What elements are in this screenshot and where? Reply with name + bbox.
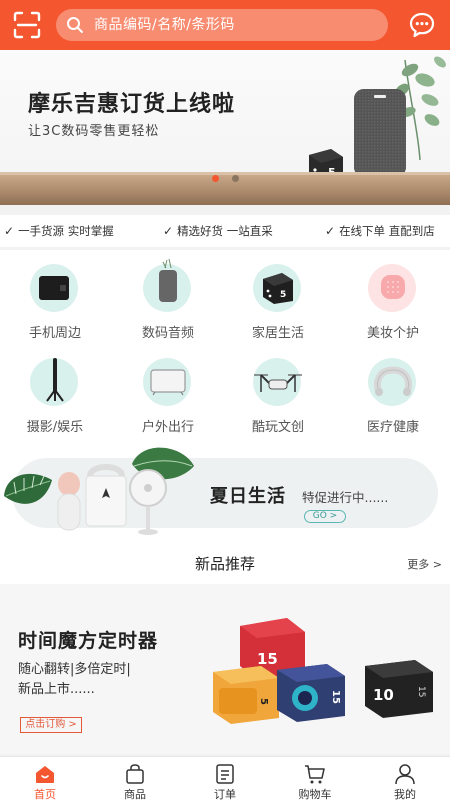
chat-bubble-icon[interactable] <box>408 11 436 39</box>
category-outdoor[interactable]: 户外出行 <box>118 350 218 440</box>
category-label: 户外出行 <box>141 420 194 435</box>
tab-orders[interactable]: 订单 <box>180 757 270 800</box>
top-bar: 商品编码/名称/条形码 <box>0 0 450 50</box>
power-bank-icon <box>39 276 69 300</box>
promo-subtitle: 特促进行中...... <box>302 490 389 505</box>
timer-product-card[interactable]: 时间魔方定时器 随心翻转|多倍定时| 新品上市...... 点击订购 > 15 … <box>0 584 450 754</box>
svg-text:5: 5 <box>280 290 286 300</box>
hero-banner[interactable]: 摩乐吉惠订货上线啦 让3C数码零售更轻松 5 <box>0 50 450 205</box>
promo-go-button[interactable]: GO > <box>304 510 346 523</box>
carousel-dot[interactable] <box>232 175 239 182</box>
category-digital-audio[interactable]: 数码音频 <box>118 256 218 346</box>
search-input[interactable]: 商品编码/名称/条形码 <box>56 9 388 41</box>
user-icon <box>395 764 415 785</box>
category-medical-health[interactable]: 医疗健康 <box>343 350 443 440</box>
bag-icon <box>126 764 144 784</box>
category-phone-accessories[interactable]: 手机周边 <box>5 256 105 346</box>
tab-label: 订单 <box>214 788 236 800</box>
category-label: 酷玩文创 <box>251 420 304 435</box>
cube-label: 5 <box>258 698 269 705</box>
category-label: 医疗健康 <box>366 420 419 435</box>
tab-label: 首页 <box>34 788 56 800</box>
category-label: 美妆个护 <box>366 326 419 341</box>
humidifier-illustration <box>57 472 81 531</box>
banner-title: 摩乐吉惠订货上线啦 <box>28 92 236 117</box>
category-label: 手机周边 <box>28 326 81 341</box>
cubes-illustration: 15 5 15 10 15 <box>213 618 433 724</box>
more-link[interactable]: 更多 > <box>407 556 442 572</box>
speaker-illustration <box>354 89 406 177</box>
feature-item: ✓ 在线下单 直配到店 <box>325 224 435 238</box>
neck-massager-icon <box>374 366 412 396</box>
home-icon <box>36 766 54 783</box>
drone-icon <box>254 374 302 392</box>
carousel-dots <box>212 175 242 183</box>
search-placeholder: 商品编码/名称/条形码 <box>94 17 235 33</box>
banner-subtitle: 让3C数码零售更轻松 <box>28 124 160 139</box>
tab-label: 购物车 <box>298 788 332 800</box>
cube-label: 10 <box>373 686 394 704</box>
order-button[interactable]: 点击订购 > <box>20 717 82 733</box>
leaf-illustration <box>4 473 52 504</box>
search-icon <box>67 17 83 33</box>
fan-illustration <box>129 447 194 535</box>
summer-promo-section: 夏日生活 特促进行中...... GO > <box>0 440 450 540</box>
category-label: 数码音频 <box>141 326 194 341</box>
promo-title: 夏日生活 <box>210 486 286 507</box>
feature-item: ✓ 一手货源 实时掌握 <box>4 224 114 238</box>
section-title: 新品推荐 <box>194 555 255 573</box>
category-photography[interactable]: 摄影/娱乐 <box>5 350 105 440</box>
category-beauty-care[interactable]: 美妆个护 <box>343 256 443 346</box>
tab-label: 商品 <box>124 788 146 800</box>
category-label: 摄影/娱乐 <box>26 420 84 435</box>
carousel-dot-active[interactable] <box>212 175 219 182</box>
scan-icon[interactable] <box>12 10 42 40</box>
feature-label: 精选好货 一站直采 <box>177 224 273 238</box>
tab-label: 我的 <box>394 788 416 800</box>
speaker-icon <box>159 258 177 302</box>
cube-label: 15 <box>416 686 426 697</box>
product-desc-line2: 新品上市...... <box>18 682 95 697</box>
category-label: 家居生活 <box>251 326 304 341</box>
beauty-device-icon <box>381 275 405 299</box>
tab-products[interactable]: 商品 <box>90 757 180 800</box>
product-title: 时间魔方定时器 <box>18 630 159 652</box>
tab-cart[interactable]: 购物车 <box>270 757 360 800</box>
list-icon <box>216 764 234 784</box>
bottom-tab-bar: 首页 商品 订单 购物车 我的 <box>0 756 450 800</box>
new-products-header: 新品推荐 更多 > <box>0 540 450 584</box>
tab-profile[interactable]: 我的 <box>360 757 450 800</box>
tab-home[interactable]: 首页 <box>0 757 90 800</box>
category-grid: 手机周边 数码音频 5 家居生活 美妆个护 摄影/娱乐 户外出行 酷玩文创 医疗… <box>0 250 450 440</box>
cube-label: 15 <box>257 650 278 668</box>
selfie-stick-icon <box>46 358 64 402</box>
cube-timer-icon: 5 <box>263 273 293 304</box>
check-icon: ✓ <box>325 224 336 238</box>
check-icon: ✓ <box>4 224 15 238</box>
category-home-living[interactable]: 5 家居生活 <box>228 256 328 346</box>
bag-icon <box>150 369 186 396</box>
feature-label: 在线下单 直配到店 <box>339 224 435 238</box>
feature-item: ✓ 精选好货 一站直采 <box>163 224 273 238</box>
feature-label: 一手货源 实时掌握 <box>18 224 114 238</box>
feature-strip: ✓ 一手货源 实时掌握 ✓ 精选好货 一站直采 ✓ 在线下单 直配到店 <box>0 215 450 247</box>
check-icon: ✓ <box>163 224 174 238</box>
category-cool-gadgets[interactable]: 酷玩文创 <box>228 350 328 440</box>
cart-icon <box>305 765 325 784</box>
cube-label: 15 <box>330 690 341 704</box>
product-desc-line1: 随心翻转|多倍定时| <box>18 662 131 677</box>
